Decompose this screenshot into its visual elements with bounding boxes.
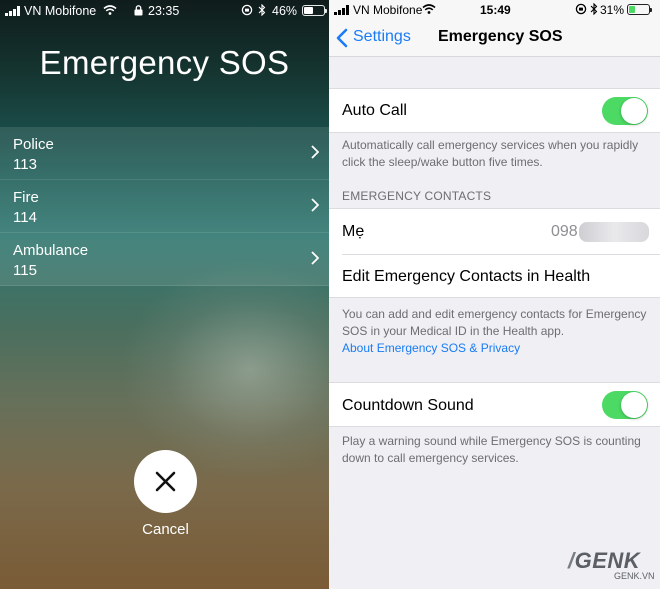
status-bar: VN Mobifone 15:49 31% <box>329 0 660 20</box>
cancel-button[interactable] <box>134 450 197 513</box>
contact-number: 098 <box>551 223 578 240</box>
signal-bars-icon <box>334 5 349 15</box>
orientation-lock-icon <box>241 4 253 16</box>
status-bar: VN Mobifone 23:35 46% <box>0 0 329 22</box>
service-name: Ambulance <box>13 242 89 259</box>
carrier-name: VN Mobifone <box>353 3 423 17</box>
countdown-sound-label: Countdown Sound <box>342 397 474 414</box>
toggle-knob <box>621 98 647 124</box>
countdown-sound-description: Play a warning sound while Emergency SOS… <box>342 434 641 465</box>
wifi-icon <box>422 4 436 14</box>
sos-call-screen: VN Mobifone 23:35 46% Emergency SOS Poli… <box>0 0 329 589</box>
contact-name: Mẹ <box>342 223 365 240</box>
emergency-contacts-description: You can add and edit emergency contacts … <box>342 306 647 357</box>
battery-percent: 31% <box>600 3 625 17</box>
watermark-site: GENK.VN <box>614 571 655 581</box>
redacted-number-blur <box>579 222 649 242</box>
contact-row[interactable]: Mẹ 098 <box>329 209 660 254</box>
carrier-name: VN Mobifone <box>24 4 97 18</box>
service-number: 114 <box>13 209 37 226</box>
navigation-bar: VN Mobifone 15:49 31% Settings Emergency… <box>329 0 660 57</box>
battery-percent: 46% <box>272 4 298 18</box>
countdown-sound-toggle[interactable] <box>602 391 648 419</box>
service-row-police[interactable]: Police 113 <box>0 127 329 180</box>
page-title: Emergency SOS <box>438 28 563 45</box>
countdown-sound-row: Countdown Sound <box>329 382 660 427</box>
about-sos-privacy-link[interactable]: About Emergency SOS & Privacy <box>342 341 520 355</box>
screen-title: Emergency SOS <box>39 44 290 81</box>
clock: 15:49 <box>480 3 511 17</box>
service-row-fire[interactable]: Fire 114 <box>0 180 329 233</box>
chevron-left-icon <box>336 28 348 48</box>
auto-call-toggle[interactable] <box>602 97 648 125</box>
close-icon <box>155 471 176 492</box>
battery-icon <box>302 5 327 16</box>
service-name: Fire <box>13 189 39 206</box>
emergency-contacts-text: You can add and edit emergency contacts … <box>342 307 647 338</box>
bluetooth-icon <box>590 3 598 15</box>
cancel-label: Cancel <box>142 521 189 538</box>
back-label: Settings <box>353 28 411 45</box>
orientation-lock-icon <box>575 3 587 15</box>
chevron-right-icon <box>311 198 319 212</box>
wifi-icon <box>103 5 117 15</box>
clock: 23:35 <box>148 4 180 18</box>
toggle-knob <box>621 392 647 418</box>
bluetooth-icon <box>258 4 266 16</box>
chevron-right-icon <box>311 145 319 159</box>
edit-emergency-contacts-link[interactable]: Edit Emergency Contacts in Health <box>342 268 590 286</box>
chevron-right-icon <box>311 251 319 265</box>
signal-bars-icon <box>5 6 20 16</box>
service-row-ambulance[interactable]: Ambulance 115 <box>0 233 329 286</box>
emergency-sos-settings-screen: VN Mobifone 15:49 31% Settings Emergency… <box>329 0 660 589</box>
emergency-contacts-group: Mẹ 098 Edit Emergency Contacts in Health <box>329 208 660 298</box>
row-separator <box>342 254 660 255</box>
service-name: Police <box>13 136 54 153</box>
auto-call-row: Auto Call <box>329 88 660 133</box>
service-number: 113 <box>13 156 37 173</box>
lock-icon <box>134 5 143 16</box>
auto-call-label: Auto Call <box>342 102 407 119</box>
auto-call-description: Automatically call emergency services wh… <box>342 138 639 169</box>
emergency-services-list: Police 113 Fire 114 Ambulance 115 <box>0 127 329 286</box>
battery-icon <box>627 4 652 15</box>
service-number: 115 <box>13 262 37 279</box>
emergency-contacts-header: EMERGENCY CONTACTS <box>342 189 492 203</box>
